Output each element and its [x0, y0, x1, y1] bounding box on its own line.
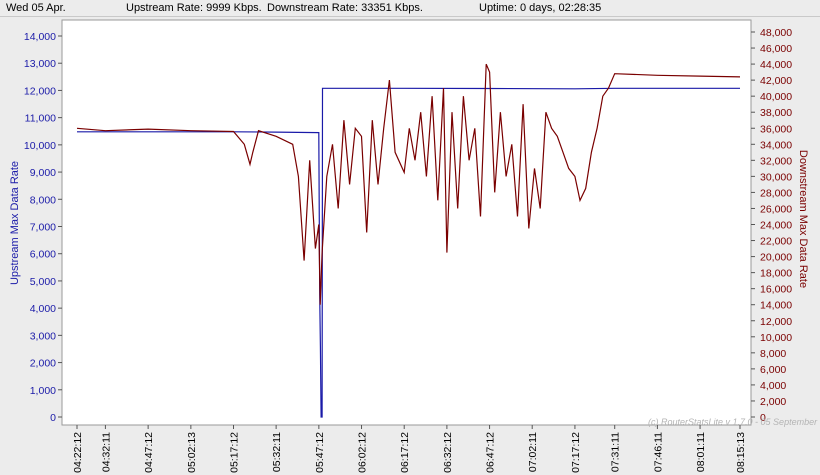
right-tick-label: 30,000: [760, 171, 792, 183]
left-tick-label: 11,000: [25, 113, 56, 125]
right-tick-label: 12,000: [760, 316, 792, 328]
x-tick-label: 07:02:11: [527, 432, 539, 472]
status-uptime: Uptime: 0 days, 02:28:35: [479, 2, 602, 14]
right-tick-label: 10,000: [760, 332, 792, 344]
left-tick-label: 8,000: [30, 194, 56, 206]
right-tick-label: 36,000: [760, 123, 792, 135]
right-tick-label: 24,000: [760, 220, 792, 232]
x-tick-label: 06:17:12: [399, 432, 411, 473]
left-tick-label: 4,000: [30, 303, 56, 315]
left-tick-label: 9,000: [30, 167, 56, 179]
right-tick-label: 42,000: [760, 75, 792, 87]
left-tick-label: 5,000: [30, 276, 56, 288]
right-tick-label: 28,000: [760, 187, 792, 199]
x-tick-label: 04:47:12: [143, 432, 155, 473]
left-tick-label: 7,000: [30, 222, 56, 234]
left-tick-label: 10,000: [24, 140, 56, 152]
x-tick-label: 05:17:12: [229, 432, 241, 473]
right-tick-label: 38,000: [760, 107, 792, 119]
right-tick-label: 40,000: [760, 91, 792, 103]
right-tick-label: 14,000: [760, 300, 792, 312]
status-upstream-rate: Upstream Rate: 9999 Kbps.: [126, 2, 262, 14]
x-tick-label: 04:22:12: [72, 432, 84, 473]
right-tick-label: 48,000: [760, 27, 792, 39]
plot-area: [61, 19, 752, 426]
left-tick-label: 1,000: [30, 385, 56, 397]
left-axis: 0 1,000 2,000 3,000 4,000 5,000 6,000 7,000 8,00…: [24, 31, 62, 424]
left-tick-label: 13,000: [24, 58, 56, 70]
right-tick-label: 32,000: [760, 155, 792, 167]
x-tick-label: 04:32:11: [100, 432, 112, 472]
x-axis: 04:22:12 04:32:11 04:47:12 05:02:13 05:17:12…: [72, 425, 747, 473]
right-tick-label: 46,000: [760, 43, 792, 55]
x-tick-label: 08:15:13: [735, 432, 747, 473]
x-tick-label: 08:01:11: [695, 432, 707, 472]
right-tick-label: 22,000: [760, 236, 792, 248]
left-tick-label: 12,000: [24, 85, 56, 97]
left-axis-title: Upstream Max Data Rate: [9, 161, 21, 285]
right-tick-label: 4,000: [760, 380, 786, 392]
right-tick-label: 2,000: [760, 396, 786, 408]
watermark: (c) RouterStatsLite v 1.7.0 - 05 Septemb…: [648, 417, 818, 427]
x-tick-label: 05:47:12: [314, 432, 326, 473]
left-tick-label: 3,000: [30, 330, 56, 342]
right-tick-label: 18,000: [760, 268, 792, 280]
left-tick-label: 0: [50, 412, 56, 424]
right-tick-label: 16,000: [760, 284, 792, 296]
right-tick-label: 6,000: [760, 364, 786, 376]
left-tick-label: 6,000: [30, 249, 56, 261]
right-tick-label: 20,000: [760, 252, 792, 264]
x-tick-label: 07:31:11: [610, 432, 622, 472]
x-tick-label: 05:02:13: [186, 432, 198, 473]
right-axis-title: Downstream Max Data Rate: [797, 150, 809, 288]
left-tick-label: 14,000: [24, 31, 56, 43]
right-tick-label: 34,000: [760, 139, 792, 151]
status-downstream-rate: Downstream Rate: 33351 Kbps.: [267, 2, 423, 14]
x-tick-label: 06:32:12: [442, 432, 454, 473]
x-tick-label: 07:46:11: [652, 432, 664, 472]
x-tick-label: 06:02:12: [357, 432, 369, 473]
right-tick-label: 26,000: [760, 203, 792, 215]
left-tick-label: 2,000: [30, 358, 56, 370]
right-tick-label: 8,000: [760, 348, 786, 360]
x-tick-label: 05:32:11: [271, 432, 283, 472]
status-bar: Wed 05 Apr. Upstream Rate: 9999 Kbps. Do…: [0, 0, 820, 17]
right-tick-label: 44,000: [760, 59, 792, 71]
x-tick-label: 06:47:12: [485, 432, 497, 473]
chart: 0 1,000 2,000 3,000 4,000 5,000 6,000 7,000 8,00…: [9, 19, 818, 473]
status-date: Wed 05 Apr.: [6, 2, 66, 14]
x-tick-label: 07:17:12: [570, 432, 582, 473]
right-axis: 02,0004,0006,0008,00010,00012,00014,0001…: [751, 27, 792, 424]
